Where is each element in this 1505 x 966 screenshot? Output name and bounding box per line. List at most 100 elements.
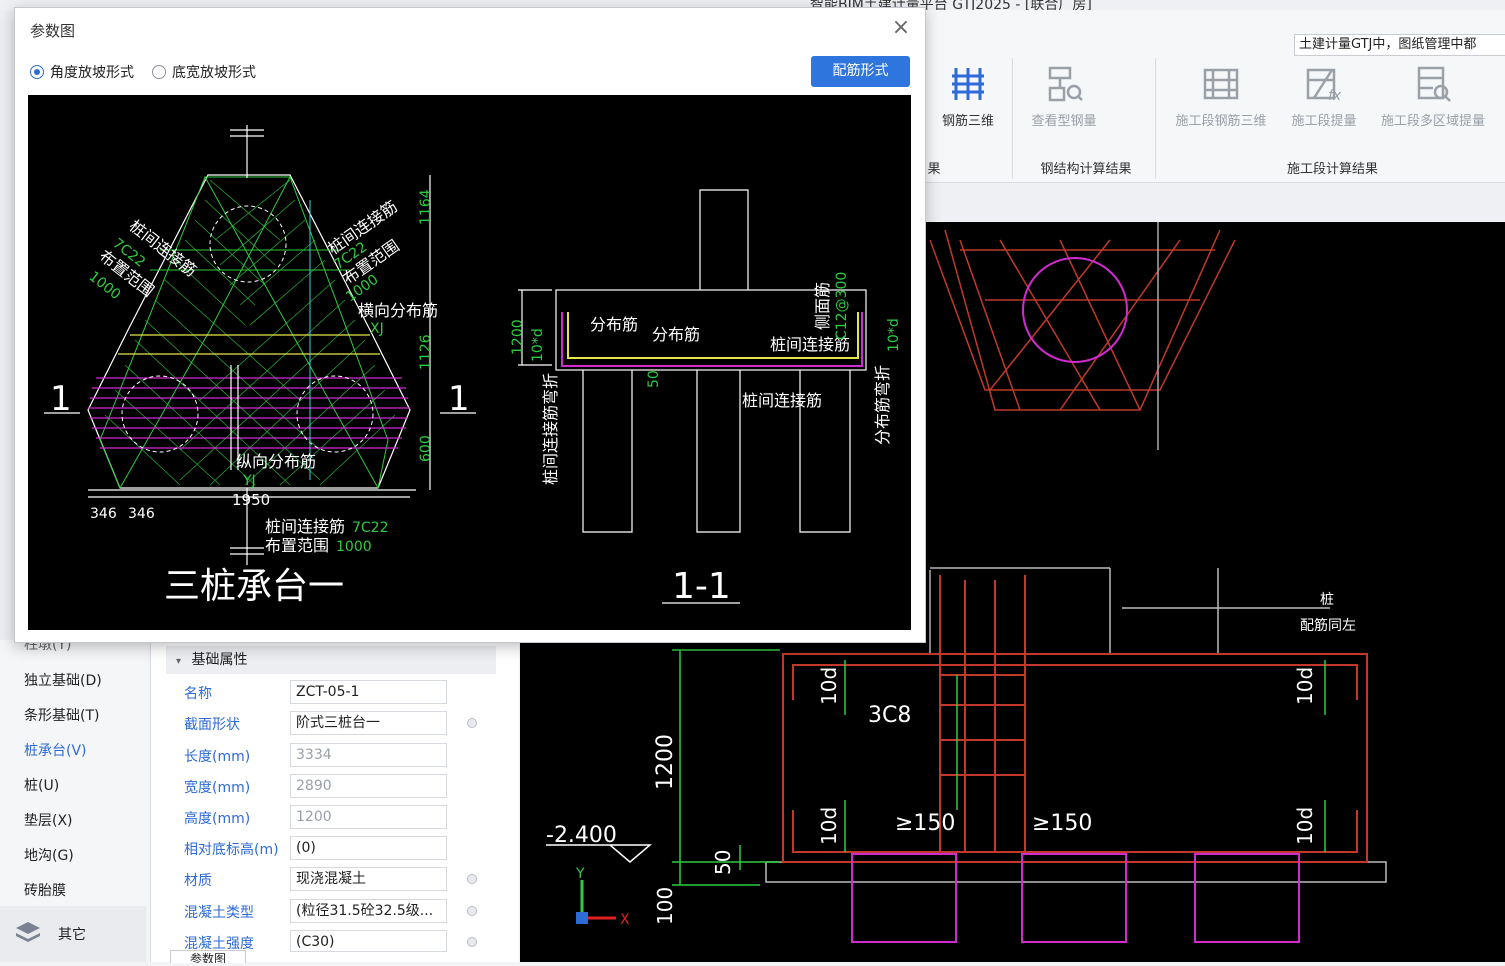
properties-header[interactable]: ▾ 基础属性 [166, 646, 496, 674]
option-angle-slope[interactable]: 角度放坡形式 [30, 62, 134, 82]
nav-item-cushion[interactable]: 垫层(X) [24, 810, 73, 830]
section-left-bend: 桩间连接筋弯折 [541, 373, 560, 485]
prop-dot[interactable] [467, 718, 477, 728]
close-icon[interactable]: × [889, 16, 913, 40]
nav-item-isolated-foundation[interactable]: 独立基础(D) [24, 670, 102, 690]
steel-quantity-icon [1048, 66, 1083, 102]
section-side-spec: C12@300 [834, 272, 850, 340]
prop-label-concrete-type: 混凝土类型 [184, 905, 254, 921]
nav-item-strip-foundation[interactable]: 条形基础(T) [24, 705, 99, 725]
cad-label-ge150b: ≥150 [1032, 811, 1092, 836]
group-steel-label: 钢结构计算结果 [1040, 162, 1132, 177]
prop-label-name: 名称 [184, 686, 212, 702]
plan-dim-top: 1164 [418, 189, 434, 225]
plan-dim-left-a: 346 [90, 506, 117, 522]
cad-label-10d-rb: 10d [1293, 807, 1317, 845]
option-width-slope[interactable]: 底宽放坡形式 [152, 62, 256, 82]
nav-item-trench[interactable]: 地沟(G) [24, 845, 74, 865]
prop-value-material[interactable]: 现浇混凝土 [290, 867, 447, 891]
cad-axis-x: X [620, 912, 630, 928]
plan-longitudinal: 纵向分布筋 [236, 452, 316, 471]
section-quantity-button[interactable]: fx 施工段提量 [1284, 64, 1364, 129]
plan-dim-width: 1950 [232, 491, 270, 509]
plan-dim-bottom: 600 [418, 435, 434, 462]
prop-value-concrete-strength[interactable]: (C30) [290, 930, 447, 952]
cad-axis-y: Y [575, 866, 585, 882]
cad-label-rebar: 3C8 [868, 703, 911, 728]
section-dim-cover: 50 [646, 370, 662, 388]
plan-transverse-code: XJ [370, 321, 384, 337]
section-rebar-3d-label: 施工段钢筋三维 [1175, 114, 1267, 129]
prop-label-height: 高度(mm) [184, 811, 251, 827]
nav-item-brick-mold[interactable]: 砖胎膜 [24, 880, 66, 900]
left-toolbar-strip [0, 10, 14, 640]
steel-quantity-label: 查看型钢量 [1031, 114, 1097, 129]
parameter-drawing: 桩间连接筋 布置范围 桩间连接筋 布置范围 横向分布筋 纵向分布筋 桩间连接筋 … [44, 125, 902, 607]
nav-item-pile[interactable]: 桩(U) [24, 775, 59, 795]
prop-value-concrete-type[interactable]: (粒径31.5砼32.5级... [290, 899, 447, 923]
search-input[interactable]: 土建计量GTJ中，图纸管理中都 [1294, 34, 1505, 56]
svg-text:fx: fx [1328, 88, 1342, 104]
properties-header-label: 基础属性 [191, 652, 248, 668]
plan-section-mark-right: 1 [448, 379, 470, 419]
prop-dot[interactable] [467, 937, 477, 947]
collapse-icon: ▾ [176, 656, 182, 667]
rebar-form-button[interactable]: 配筋形式 [811, 56, 910, 87]
rebar-3d-button[interactable]: 钢筋三维 [936, 64, 1000, 129]
cad-label-pile: 桩 [1320, 591, 1334, 608]
prop-label-elevation: 相对底标高(m) [184, 842, 279, 858]
section-side: 侧面筋 [813, 282, 832, 330]
cad-label-ge150a: ≥150 [895, 811, 955, 836]
option-angle-slope-label: 角度放坡形式 [50, 65, 134, 81]
prop-value-width: 2890 [290, 774, 447, 798]
section-quantity-icon: fx [1306, 68, 1342, 104]
section-rebar-3d-button[interactable]: 施工段钢筋三维 [1166, 64, 1276, 129]
prop-label-section: 截面形状 [184, 717, 240, 733]
prop-value-elevation[interactable]: (0) [290, 836, 447, 860]
section-rebar-3d-icon [1203, 68, 1239, 100]
tab-parameter-diagram[interactable]: 参数图 [170, 950, 246, 963]
cad-dimensions [672, 649, 1326, 886]
plan-dim-left-b: 346 [128, 506, 155, 522]
prop-value-name[interactable]: ZCT-05-1 [290, 680, 447, 704]
nav-item-pile-cap[interactable]: 桩承台(V) [24, 740, 87, 760]
nav-other[interactable]: 其它 [0, 906, 146, 962]
plan-bottom-rebar: 桩间连接筋 [265, 517, 345, 536]
cad-cap-top [929, 229, 1236, 411]
plan-section-mark-left: 1 [50, 379, 72, 419]
section-dist1: 分布筋 [590, 315, 638, 334]
plan-view: 桩间连接筋 布置范围 桩间连接筋 布置范围 横向分布筋 纵向分布筋 桩间连接筋 … [44, 125, 476, 607]
cad-label-10d-lb: 10d [817, 807, 841, 845]
plan-bottom-range: 布置范围 [265, 536, 329, 555]
ribbon-separator [1155, 58, 1156, 178]
prop-label-length: 长度(mm) [184, 749, 251, 765]
prop-dot[interactable] [467, 874, 477, 884]
radio-unselected-icon [152, 65, 166, 79]
ribbon-separator [1012, 58, 1013, 178]
option-width-slope-label: 底宽放坡形式 [172, 65, 256, 81]
cad-label-10d-lt: 10d [817, 667, 841, 705]
section-right-bend: 分布筋弯折 [873, 365, 892, 445]
section-link-bottom: 桩间连接筋 [742, 391, 822, 410]
prop-dot[interactable] [467, 906, 477, 916]
section-dim-bend-r: 10*d [886, 318, 902, 352]
section-title: 1-1 [672, 566, 731, 607]
rebar-3d-label: 钢筋三维 [941, 114, 994, 129]
section-quantity-label: 施工段提量 [1291, 114, 1357, 129]
group-results-label: 果 [927, 162, 941, 177]
prop-value-section[interactable]: 阶式三桩台一 [290, 711, 447, 735]
rebar-3d-icon [952, 68, 984, 100]
cad-label-pile-note: 配筋同左 [1300, 617, 1356, 634]
cad-label-10d-rt: 10d [1293, 667, 1317, 705]
cad-label-height: 1200 [653, 734, 678, 790]
prop-value-height: 1200 [290, 805, 447, 829]
steel-quantity-button[interactable]: 查看型钢量 [1024, 64, 1104, 129]
plan-longitudinal-code: YJ [242, 473, 256, 489]
cad-ucs-icon: Y X [575, 866, 630, 928]
parameter-drawing-canvas[interactable]: 桩间连接筋 布置范围 桩间连接筋 布置范围 横向分布筋 纵向分布筋 桩间连接筋 … [28, 95, 911, 630]
plan-bottom-spec: 7C22 [352, 520, 389, 536]
section-dim-bend: 10*d [530, 328, 546, 362]
multi-area-quantity-button[interactable]: 施工段多区域提量 [1370, 64, 1496, 129]
prop-label-material: 材质 [184, 873, 212, 889]
plan-title: 三桩承台一 [164, 566, 344, 607]
